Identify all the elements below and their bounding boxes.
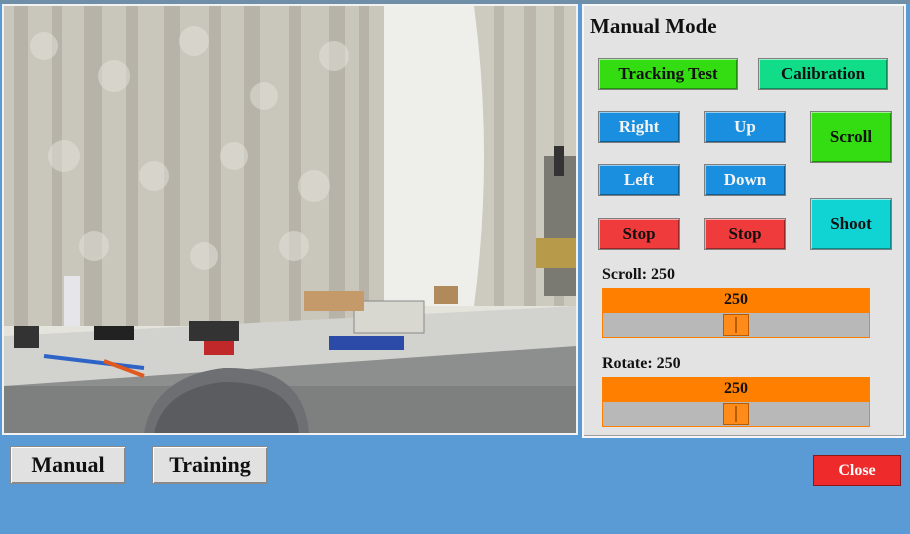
camera-feed xyxy=(2,4,578,435)
manual-mode-panel: Manual Mode Tracking Test Calibration Ri… xyxy=(582,4,906,438)
panel-title: Manual Mode xyxy=(590,14,717,38)
tracking-test-button[interactable]: Tracking Test xyxy=(598,58,738,90)
manual-button[interactable]: Manual xyxy=(10,446,126,484)
down-button[interactable]: Down xyxy=(704,164,786,196)
up-button[interactable]: Up xyxy=(704,111,786,143)
calibration-button[interactable]: Calibration xyxy=(758,58,888,90)
scroll-slider[interactable] xyxy=(602,312,870,338)
training-button[interactable]: Training xyxy=(152,446,268,484)
scroll-caption: Scroll: 250 xyxy=(602,266,676,283)
right-button[interactable]: Right xyxy=(598,111,680,143)
scroll-button[interactable]: Scroll xyxy=(810,111,892,163)
left-button[interactable]: Left xyxy=(598,164,680,196)
rotate-value-text: 250 xyxy=(724,380,748,397)
rotate-slider-handle[interactable] xyxy=(723,403,749,425)
rotate-caption: Rotate: 250 xyxy=(602,355,681,372)
scroll-value-text: 250 xyxy=(724,291,748,308)
camera-image xyxy=(4,6,576,433)
scroll-slider-handle[interactable] xyxy=(723,314,749,336)
rotate-slider[interactable] xyxy=(602,401,870,427)
rotate-value-bar: 250 xyxy=(602,377,870,401)
close-button[interactable]: Close xyxy=(813,455,901,486)
shoot-button[interactable]: Shoot xyxy=(810,198,892,250)
stop-right-button[interactable]: Stop xyxy=(704,218,786,250)
scroll-value-bar: 250 xyxy=(602,288,870,312)
stop-left-button[interactable]: Stop xyxy=(598,218,680,250)
